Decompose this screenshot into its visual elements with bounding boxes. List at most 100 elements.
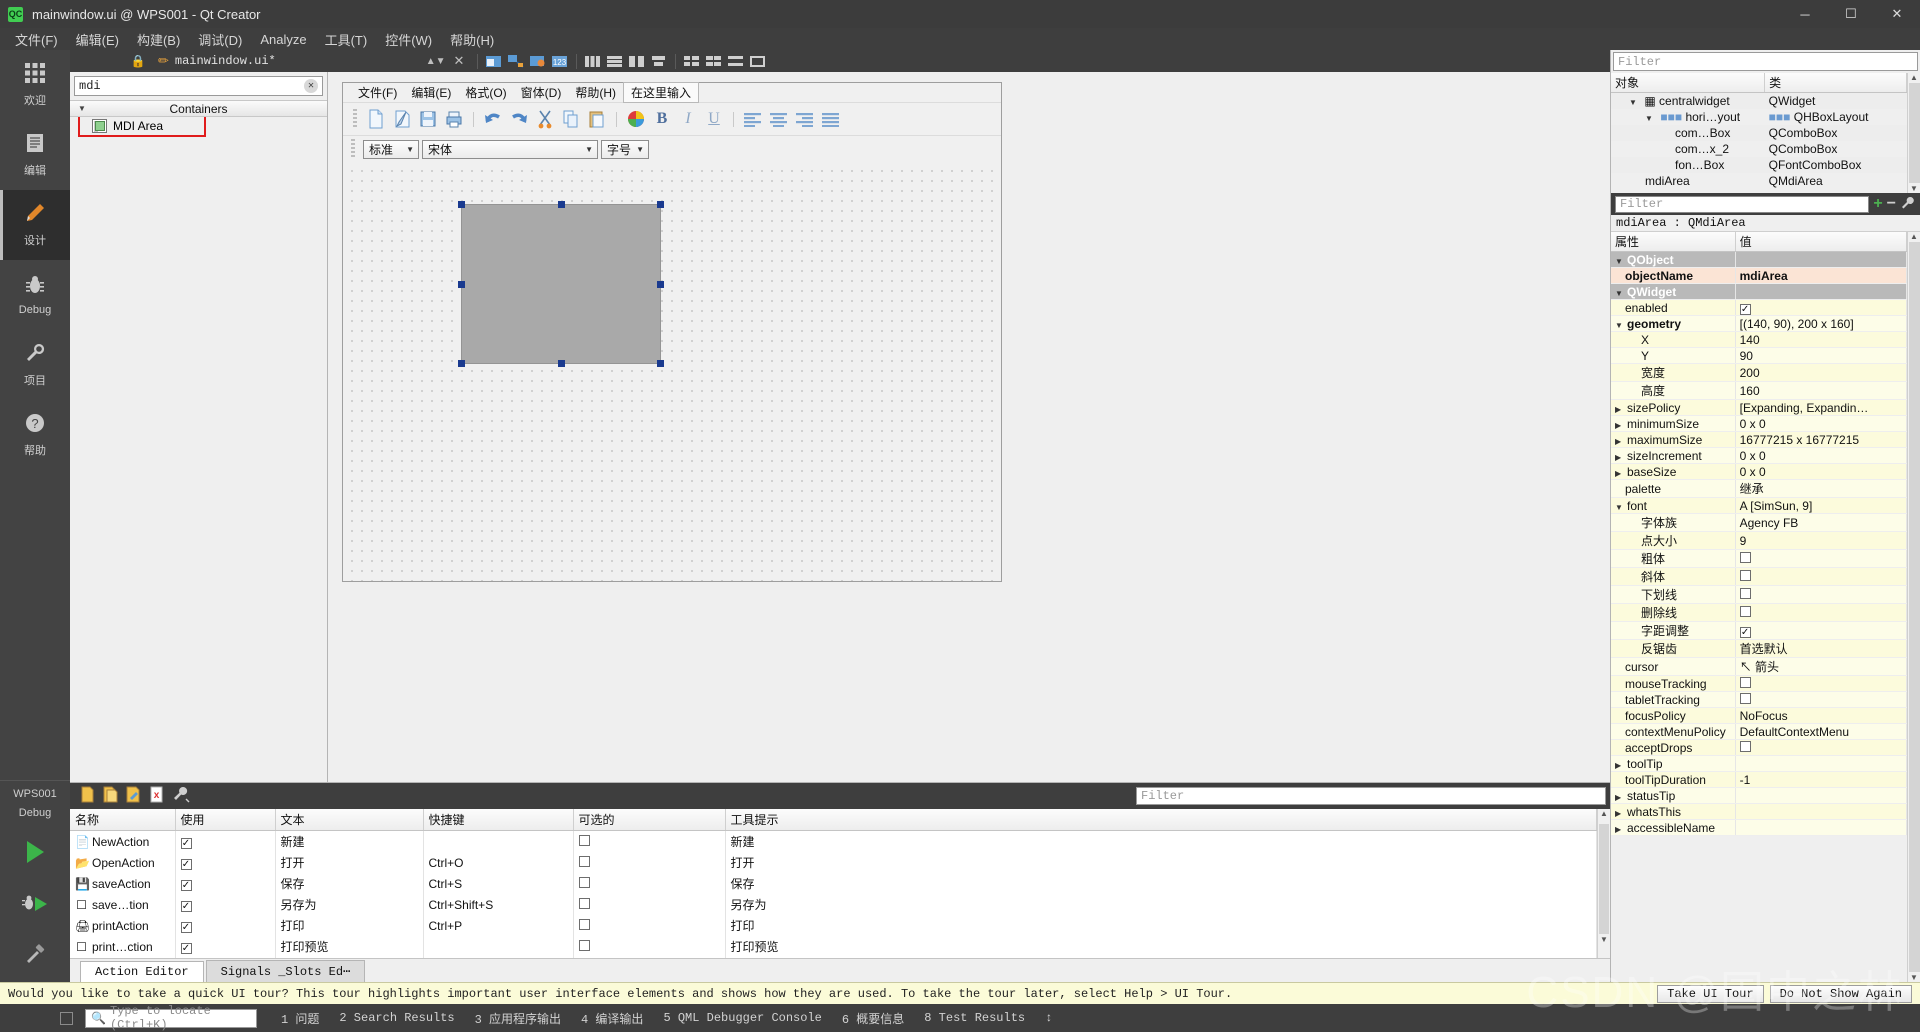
checkable-checkbox[interactable]: [578, 855, 590, 867]
font-family-combo[interactable]: 宋体 ▼: [422, 139, 598, 159]
chevron-right-icon[interactable]: ▶: [1615, 469, 1627, 478]
form-preview-window[interactable]: 文件(F) 编辑(E) 格式(O) 窗体(D) 帮助(H) 在这里输入 B I …: [342, 82, 1002, 582]
scroll-down-arrow-icon[interactable]: ▼: [1598, 935, 1610, 949]
font-size-combo[interactable]: 字号 ▼: [601, 139, 649, 159]
wrench-icon[interactable]: [1900, 196, 1916, 213]
property-value-cell[interactable]: NoFocus: [1735, 707, 1907, 724]
column-header-tooltip[interactable]: 工具提示: [725, 809, 1597, 831]
property-row-font-family[interactable]: 字体族 Agency FB: [1611, 513, 1907, 532]
status-pane-app-output[interactable]: 3 应用程序输出: [465, 1010, 571, 1027]
column-header-used[interactable]: 使用: [175, 809, 276, 831]
property-value-cell[interactable]: [(140, 90), 200 x 160]: [1735, 315, 1907, 332]
action-checkable-cell[interactable]: [573, 894, 726, 915]
chevron-down-icon[interactable]: ▼: [1615, 289, 1627, 298]
split-updown-icon[interactable]: ▲▼: [426, 56, 446, 67]
undo-icon[interactable]: [481, 107, 505, 131]
open-file-icon[interactable]: [390, 107, 414, 131]
edit-buddies-icon[interactable]: [528, 52, 548, 70]
kit-build-config[interactable]: Debug: [0, 807, 70, 826]
italic-icon[interactable]: I: [676, 107, 700, 131]
bold-icon[interactable]: B: [650, 107, 674, 131]
property-value-cell[interactable]: [1735, 691, 1907, 708]
property-value-cell[interactable]: 16777215 x 16777215: [1735, 431, 1907, 448]
align-center-icon[interactable]: [767, 107, 791, 131]
form-menu-add-placeholder[interactable]: 在这里输入: [623, 82, 700, 103]
property-row-height[interactable]: 高度 160: [1611, 381, 1907, 400]
debug-button[interactable]: [0, 878, 70, 930]
action-editor-scrollbar[interactable]: ▲ ▼: [1597, 809, 1610, 958]
widget-box-filter[interactable]: mdi ✕: [74, 76, 323, 96]
chevron-right-icon[interactable]: ▶: [1615, 793, 1627, 802]
scrollbar-thumb[interactable]: [1908, 242, 1920, 972]
menu-item-tools[interactable]: 工具(T): [316, 28, 377, 51]
status-pane-qml-debugger[interactable]: 5 QML Debugger Console: [653, 1011, 831, 1025]
property-row-font-strikeout[interactable]: 删除线: [1611, 603, 1907, 622]
property-value-cell[interactable]: ✓: [1735, 299, 1907, 316]
property-group-qobject[interactable]: ▼ QObject: [1611, 251, 1907, 268]
property-row-maximumsize[interactable]: ▶ maximumSize 16777215 x 16777215: [1611, 431, 1907, 448]
property-row-basesize[interactable]: ▶ baseSize 0 x 0: [1611, 463, 1907, 480]
run-button[interactable]: [0, 826, 70, 878]
edit-widgets-icon[interactable]: [484, 52, 504, 70]
status-pane-test-results[interactable]: 8 Test Results: [914, 1011, 1035, 1025]
sidebar-item-help[interactable]: ? 帮助: [0, 400, 70, 470]
used-checkbox[interactable]: ✓: [180, 837, 192, 849]
tree-row[interactable]: ▼ ■■■ hori…yout ■■■ QHBoxLayout: [1611, 109, 1907, 125]
chevron-down-icon[interactable]: ▼: [1629, 98, 1641, 107]
tree-row[interactable]: ▼ ▦ centralwidget QWidget: [1611, 92, 1907, 109]
save-icon[interactable]: [416, 107, 440, 131]
chevron-down-icon[interactable]: ▼: [1615, 321, 1627, 330]
enabled-checkbox[interactable]: ✓: [1739, 303, 1751, 315]
property-row-enabled[interactable]: enabled ✓: [1611, 299, 1907, 316]
checkable-checkbox[interactable]: [578, 939, 590, 951]
action-checkable-cell[interactable]: [573, 873, 726, 894]
property-value-cell[interactable]: [Expanding, Expandin…: [1735, 399, 1907, 416]
take-ui-tour-button[interactable]: Take UI Tour: [1657, 984, 1764, 1003]
property-row-tooltipduration[interactable]: toolTipDuration -1: [1611, 771, 1907, 788]
property-row-y[interactable]: Y 90: [1611, 347, 1907, 364]
minus-icon[interactable]: −: [1887, 195, 1896, 213]
updown-arrows-icon[interactable]: ↕: [1035, 1011, 1062, 1025]
property-row-font-pointsize[interactable]: 点大小 9: [1611, 531, 1907, 550]
sidebar-item-projects[interactable]: 项目: [0, 330, 70, 400]
action-used-cell[interactable]: ✓: [175, 936, 276, 957]
column-header-value[interactable]: 值: [1735, 232, 1907, 252]
sidebar-item-debug[interactable]: Debug: [0, 260, 70, 330]
tab-signals-slots-editor[interactable]: Signals _Slots Ed⋯: [205, 960, 366, 982]
resize-handle-bottom-left[interactable]: [458, 360, 465, 367]
scroll-down-arrow-icon[interactable]: ▼: [1910, 184, 1918, 193]
property-value-cell[interactable]: 140: [1735, 331, 1907, 348]
widget-box-item-mdi-area[interactable]: MDI Area: [78, 115, 206, 137]
property-row-tooltip[interactable]: ▶ toolTip: [1611, 755, 1907, 772]
chevron-right-icon[interactable]: ▶: [1615, 437, 1627, 446]
edit-action-icon[interactable]: [126, 786, 141, 807]
property-row-minimumsize[interactable]: ▶ minimumSize 0 x 0: [1611, 415, 1907, 432]
chevron-down-icon[interactable]: ▼: [1615, 257, 1627, 266]
property-value-cell[interactable]: [1735, 819, 1907, 836]
maximize-button[interactable]: ☐: [1828, 0, 1874, 28]
checkable-checkbox[interactable]: [578, 918, 590, 930]
form-menu-window[interactable]: 窗体(D): [514, 83, 569, 102]
edit-signals-slots-icon[interactable]: [506, 52, 526, 70]
resize-handle-bottom-center[interactable]: [558, 360, 565, 367]
resize-handle-middle-right[interactable]: [657, 281, 664, 288]
tab-action-editor[interactable]: Action Editor: [80, 961, 204, 982]
property-value-cell[interactable]: [1735, 567, 1907, 586]
tablettracking-checkbox[interactable]: [1739, 692, 1751, 704]
property-row-font-underline[interactable]: 下划线: [1611, 585, 1907, 604]
adjust-size-icon[interactable]: [748, 52, 768, 70]
italic-checkbox[interactable]: [1739, 569, 1751, 581]
property-value-cell[interactable]: mdiArea: [1735, 267, 1907, 284]
do-not-show-again-button[interactable]: Do Not Show Again: [1769, 984, 1912, 1003]
action-used-cell[interactable]: ✓: [175, 894, 276, 915]
resize-handle-bottom-right[interactable]: [657, 360, 664, 367]
status-pane-search-results[interactable]: 2 Search Results: [329, 1011, 464, 1025]
combo-bar-grip-handle[interactable]: [351, 139, 355, 159]
layout-horizontal-icon[interactable]: [583, 52, 603, 70]
chevron-right-icon[interactable]: ▶: [1615, 825, 1627, 834]
color-icon[interactable]: [624, 107, 648, 131]
column-header-shortcut[interactable]: 快捷键: [423, 809, 574, 831]
menu-item-edit[interactable]: 编辑(E): [67, 28, 128, 51]
scroll-down-arrow-icon[interactable]: ▼: [1910, 973, 1918, 982]
property-value-cell[interactable]: 200: [1735, 363, 1907, 382]
